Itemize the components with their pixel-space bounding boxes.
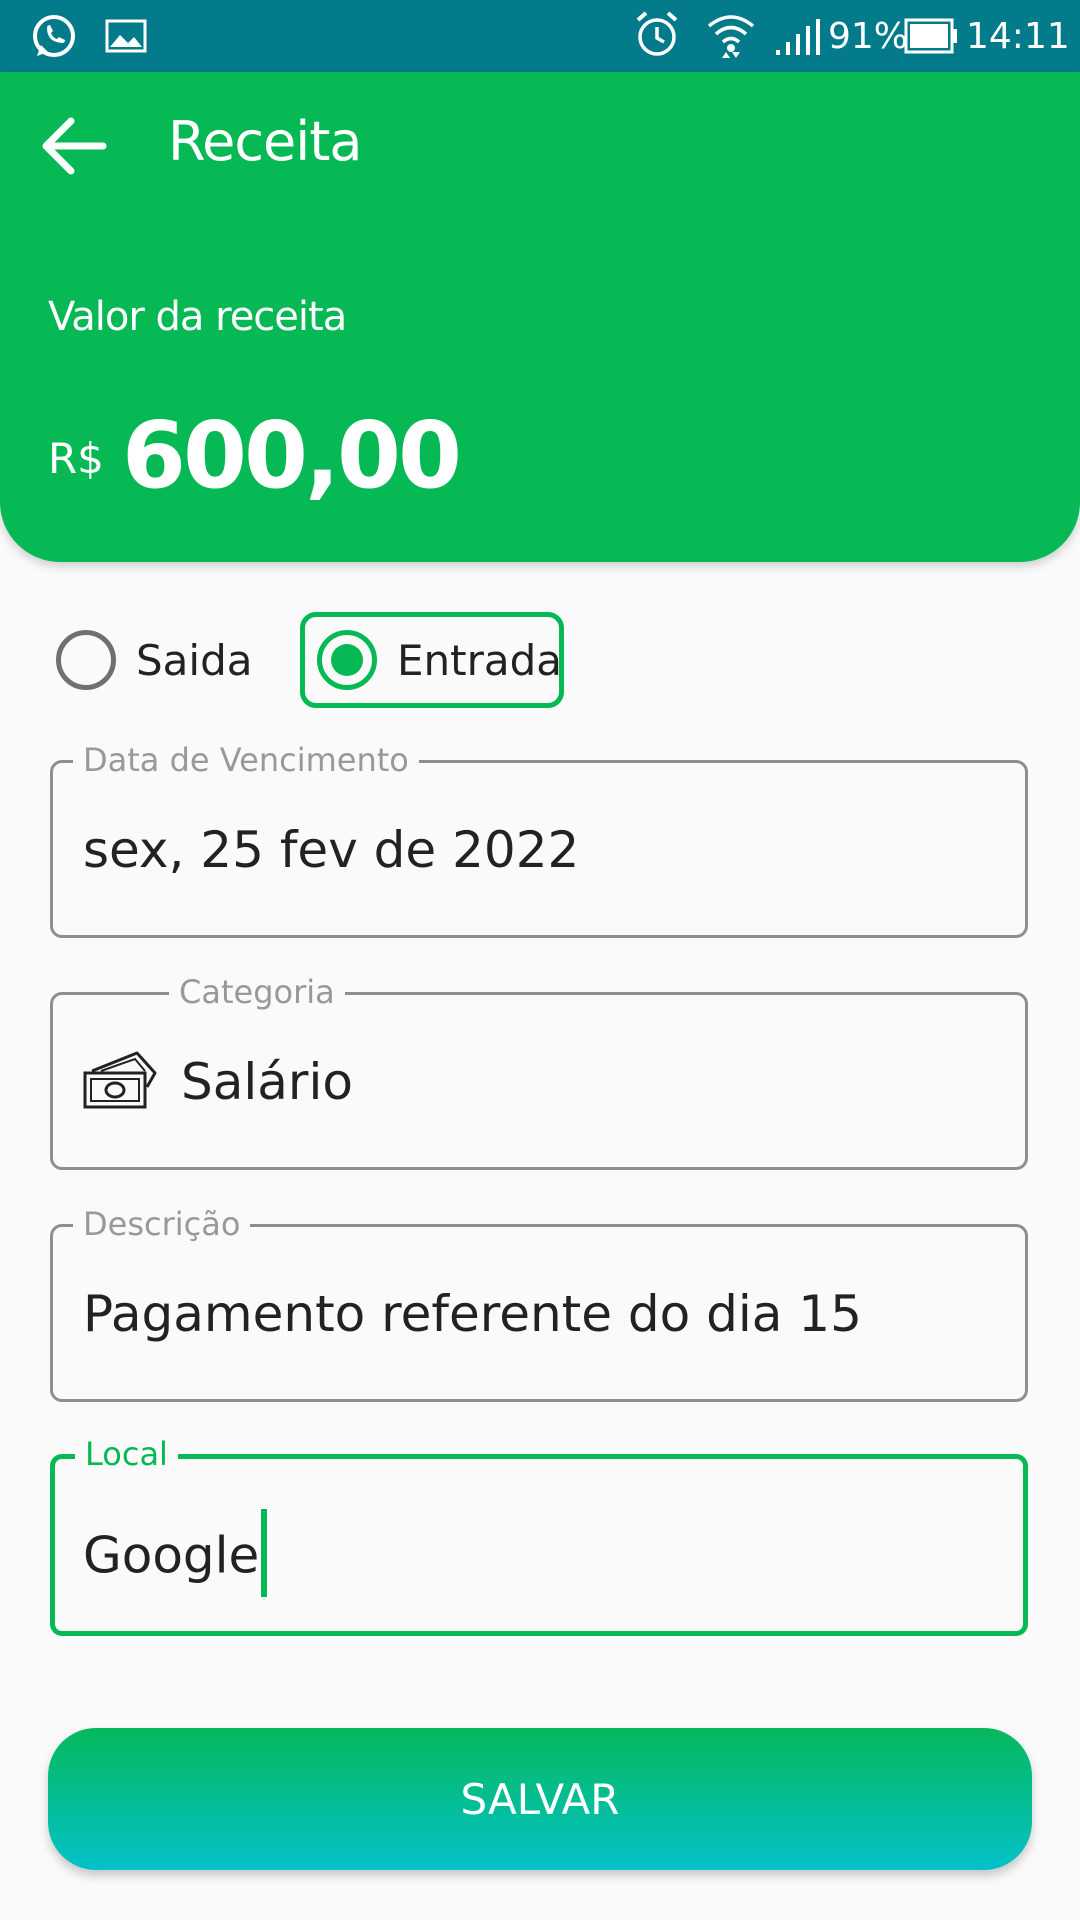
radio-entrada[interactable]: Entrada	[300, 612, 564, 708]
due-date-field[interactable]: Data de Vencimento sex, 25 fev de 2022	[50, 741, 1028, 938]
status-bar: 91% 14:11	[0, 0, 1080, 72]
due-date-value: sex, 25 fev de 2022	[83, 821, 580, 879]
location-label: Local	[75, 1435, 178, 1473]
battery-icon	[904, 18, 958, 59]
category-value: Salário	[181, 1053, 353, 1111]
location-field[interactable]: Local Google	[50, 1435, 1028, 1636]
gallery-icon	[104, 18, 148, 59]
location-value: Google	[83, 1526, 260, 1585]
radio-saida-label: Saida	[136, 635, 253, 685]
category-label: Categoria	[169, 973, 345, 1011]
amount-value[interactable]: 600,00	[122, 402, 462, 509]
battery-percent: 91%	[828, 16, 909, 57]
radio-unchecked-icon	[56, 630, 116, 690]
description-field[interactable]: Descrição Pagamento referente do dia 15	[50, 1205, 1028, 1402]
money-bills-icon	[83, 1047, 157, 1113]
category-field[interactable]: Categoria Salário	[50, 973, 1028, 1170]
save-button[interactable]: SALVAR	[48, 1728, 1032, 1870]
page-title: Receita	[168, 110, 362, 173]
alarm-icon	[634, 10, 680, 65]
location-input[interactable]: Google	[83, 1509, 268, 1603]
transaction-type-selector: Saida Entrada	[0, 608, 1080, 712]
description-label: Descrição	[73, 1205, 251, 1243]
arrow-back-icon	[42, 117, 107, 175]
whatsapp-icon	[30, 12, 78, 65]
radio-entrada-label: Entrada	[397, 635, 563, 685]
description-value: Pagamento referente do dia 15	[83, 1285, 862, 1343]
amount-header: Receita Valor da receita R$ 600,00	[0, 72, 1080, 562]
currency-symbol: R$	[48, 434, 104, 483]
wifi-icon	[706, 12, 756, 65]
amount-label: Valor da receita	[48, 294, 347, 340]
signal-icon	[774, 18, 820, 61]
radio-checked-icon	[317, 630, 377, 690]
clock: 14:11	[966, 16, 1070, 57]
text-cursor	[261, 1509, 268, 1597]
back-button[interactable]	[36, 108, 112, 184]
due-date-label: Data de Vencimento	[73, 741, 419, 779]
radio-saida[interactable]: Saida	[56, 612, 256, 708]
